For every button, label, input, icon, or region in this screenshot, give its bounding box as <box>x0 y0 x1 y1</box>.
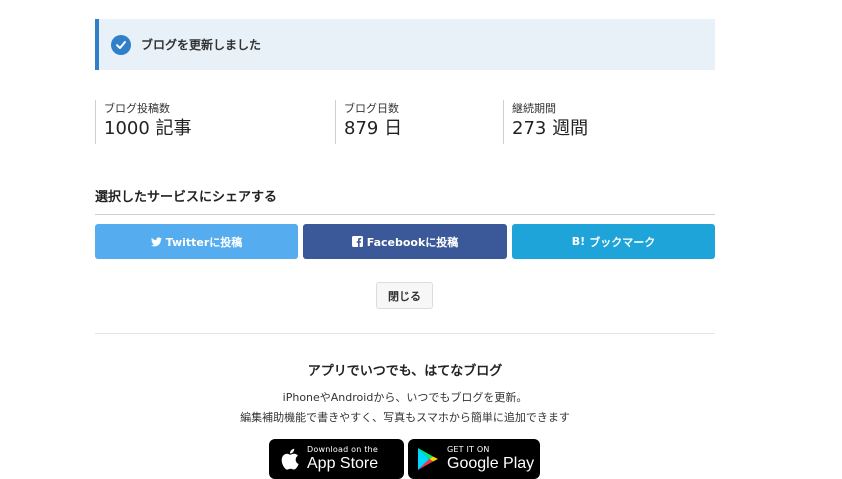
apple-icon <box>280 448 299 470</box>
stat-blog-days: ブログ日数 879 日 <box>335 100 402 144</box>
blog-stats: ブログ投稿数 1000 記事 ブログ日数 879 日 継続期間 273 週間 <box>95 100 715 144</box>
share-heading: 選択したサービスにシェアする <box>95 190 278 205</box>
close-button[interactable]: 閉じる <box>376 282 433 309</box>
success-notice: ブログを更新しました <box>95 19 715 70</box>
facebook-share-label: Facebookに投稿 <box>366 235 459 249</box>
google-play-icon <box>417 447 439 471</box>
app-promo-line1: iPhoneやAndroidから、いつでもブログを更新。 <box>282 391 528 404</box>
app-store-badge[interactable]: Download on the App Store <box>269 439 404 479</box>
section-divider <box>95 333 715 334</box>
stat-post-count: ブログ投稿数 1000 記事 <box>95 100 192 144</box>
twitter-share-label: Twitterに投稿 <box>165 235 243 249</box>
share-divider <box>95 214 715 215</box>
googleplay-small-text: GET IT ON <box>447 445 490 454</box>
notice-message: ブログを更新しました <box>141 38 262 52</box>
facebook-icon <box>351 236 363 247</box>
hatena-bookmark-icon: B! <box>571 235 586 248</box>
stat-duration: 継続期間 273 週間 <box>503 100 588 144</box>
stat-label: ブログ日数 <box>344 102 399 115</box>
stat-value: 1000 記事 <box>104 118 192 139</box>
twitter-share-button[interactable]: Twitterに投稿 <box>95 224 298 259</box>
checkmark-icon <box>111 34 131 55</box>
stat-label: 継続期間 <box>512 102 556 115</box>
hatena-bookmark-label: ブックマーク <box>589 235 656 249</box>
twitter-icon <box>150 236 162 247</box>
stat-label: ブログ投稿数 <box>104 102 170 115</box>
appstore-small-text: Download on the <box>307 445 378 454</box>
google-play-badge[interactable]: GET IT ON Google Play <box>408 439 540 479</box>
stat-value: 273 週間 <box>512 118 589 139</box>
appstore-big-text: App Store <box>307 455 379 472</box>
hatena-bookmark-button[interactable]: B! ブックマーク <box>512 224 715 259</box>
stat-value: 879 日 <box>344 118 403 139</box>
app-promo-line2: 編集補助機能で書きやすく、写真もスマホから簡単に追加できます <box>240 411 570 424</box>
facebook-share-button[interactable]: Facebookに投稿 <box>303 224 507 259</box>
app-promo-title: アプリでいつでも、はてなブログ <box>307 364 503 379</box>
googleplay-big-text: Google Play <box>447 455 535 472</box>
